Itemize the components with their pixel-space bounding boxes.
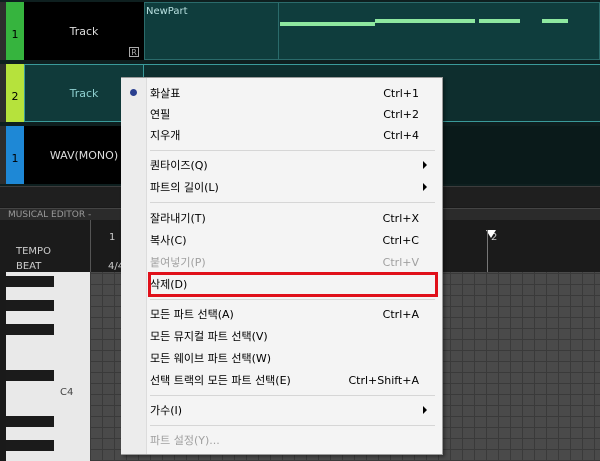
menu-item-label: 모든 파트 선택(A) <box>150 308 234 321</box>
black-key[interactable] <box>6 276 54 287</box>
menu-item-copy[interactable]: 복사(C) Ctrl+C <box>150 230 435 250</box>
track-3-number[interactable]: 1 <box>6 126 24 184</box>
menu-separator <box>150 299 435 300</box>
menu-shortcut: Ctrl+X <box>382 211 419 225</box>
submenu-arrow-icon <box>423 161 427 169</box>
playhead-line <box>487 230 488 272</box>
menu-item-label: 잘라내기(T) <box>150 212 206 225</box>
note[interactable] <box>375 19 425 23</box>
bar-1-label: 1 <box>109 232 116 243</box>
checked-bullet-icon <box>130 89 137 96</box>
note[interactable] <box>479 19 520 23</box>
black-key[interactable] <box>6 300 54 311</box>
note[interactable] <box>542 19 568 23</box>
menu-item-quantize[interactable]: 퀀타이즈(Q) <box>150 155 435 175</box>
submenu-arrow-icon <box>423 183 427 191</box>
menu-item-label: 지우개 <box>150 129 181 142</box>
menu-item-select-all-wave-parts[interactable]: 모든 웨이브 파트 선택(W) <box>150 348 435 368</box>
menu-shortcut: Ctrl+2 <box>383 107 419 121</box>
ruler-divider <box>90 220 91 272</box>
track-2-name: Track <box>69 86 99 100</box>
black-key[interactable] <box>6 324 54 335</box>
menu-shortcut: Ctrl+A <box>382 307 419 321</box>
new-part[interactable] <box>144 2 600 60</box>
track-2-number[interactable]: 2 <box>6 64 24 122</box>
menu-item-label: 화살표 <box>150 87 181 100</box>
menu-item-part-settings[interactable]: 파트 설정(Y)... <box>150 430 435 450</box>
track-1-number[interactable]: 1 <box>6 2 24 60</box>
track-3-name: WAV(MONO) <box>49 148 119 162</box>
menu-item-arrow[interactable]: 화살표 Ctrl+1 <box>150 83 435 103</box>
menu-shortcut: Ctrl+C <box>382 233 419 247</box>
submenu-arrow-icon <box>423 406 427 414</box>
menu-item-label: 가수(I) <box>150 404 183 417</box>
menu-shortcut: Ctrl+4 <box>383 128 419 142</box>
track-1-r-badge[interactable]: R <box>129 47 139 57</box>
menu-separator <box>150 202 435 203</box>
beat-label: BEAT <box>16 261 42 272</box>
menu-item-select-all-musical-parts[interactable]: 모든 뮤지컬 파트 선택(V) <box>150 326 435 346</box>
menu-item-select-all-parts[interactable]: 모든 파트 선택(A) Ctrl+A <box>150 304 435 324</box>
note[interactable] <box>425 19 475 23</box>
menu-item-label: 모든 뮤지컬 파트 선택(V) <box>150 330 268 343</box>
menu-separator <box>150 425 435 426</box>
key-label-c4: C4 <box>60 387 74 398</box>
note[interactable] <box>280 22 375 26</box>
menu-item-eraser[interactable]: 지우개 Ctrl+4 <box>150 125 435 145</box>
menu-icon-gutter <box>121 78 147 454</box>
menu-item-label: 연필 <box>150 108 171 121</box>
menu-separator <box>150 150 435 151</box>
menu-item-pencil[interactable]: 연필 Ctrl+2 <box>150 104 435 124</box>
menu-item-label: 파트의 길이(L) <box>150 181 219 194</box>
menu-item-label: 복사(C) <box>150 234 187 247</box>
menu-item-singer[interactable]: 가수(I) <box>150 400 435 420</box>
bar-line <box>278 2 279 60</box>
menu-shortcut: Ctrl+Shift+A <box>348 373 419 387</box>
menu-item-cut[interactable]: 잘라내기(T) Ctrl+X <box>150 208 435 228</box>
menu-item-paste[interactable]: 붙여넣기(P) Ctrl+V <box>150 252 435 272</box>
track-1-header[interactable]: Track <box>24 2 144 60</box>
menu-item-select-track-parts[interactable]: 선택 트랙의 모든 파트 선택(E) Ctrl+Shift+A <box>150 370 435 390</box>
menu-separator <box>150 395 435 396</box>
menu-item-label: 붙여넣기(P) <box>150 256 206 269</box>
menu-item-part-length[interactable]: 파트의 길이(L) <box>150 177 435 197</box>
part-name: NewPart <box>146 6 188 17</box>
menu-item-label: 파트 설정(Y)... <box>150 434 220 447</box>
tempo-label: TEMPO <box>16 246 51 257</box>
menu-item-label: 모든 웨이브 파트 선택(W) <box>150 352 272 365</box>
menu-item-label: 선택 트랙의 모든 파트 선택(E) <box>150 374 291 387</box>
menu-item-label: 퀀타이즈(Q) <box>150 159 208 172</box>
black-key[interactable] <box>6 440 54 451</box>
menu-shortcut: Ctrl+1 <box>383 86 419 100</box>
black-key[interactable] <box>6 370 54 381</box>
track-1-name: Track <box>69 24 99 38</box>
delete-highlight-box <box>148 272 438 297</box>
black-key[interactable] <box>6 416 54 427</box>
menu-shortcut: Ctrl+V <box>382 255 419 269</box>
